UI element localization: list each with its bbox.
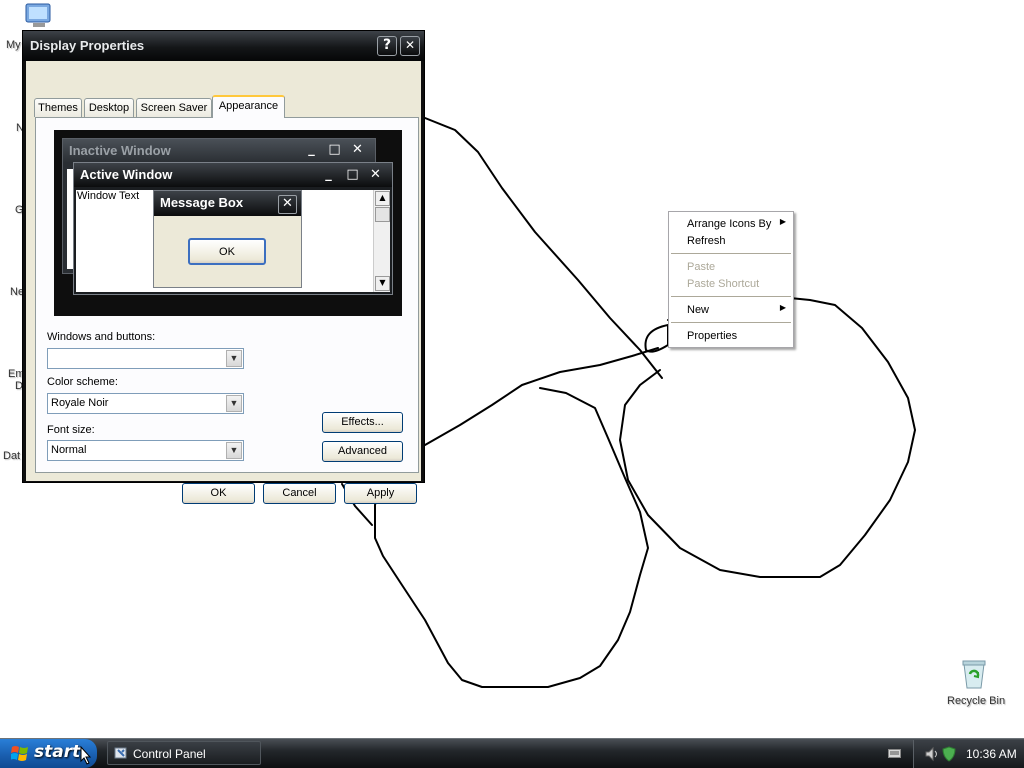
effects-button[interactable]: Effects...	[322, 412, 403, 433]
ok-button[interactable]: OK	[182, 483, 255, 504]
chevron-down-icon[interactable]: ▼	[226, 350, 242, 367]
desktop-context-menu: Arrange Icons By ▶ Refresh Paste Paste S…	[668, 211, 794, 348]
display-properties-window: Display Properties ? ✕ Themes Desktop Sc…	[22, 30, 425, 504]
windows-and-buttons-label: Windows and buttons:	[47, 331, 156, 343]
color-scheme-label: Color scheme:	[47, 376, 118, 388]
menu-item-new[interactable]: New ▶	[670, 301, 792, 318]
help-button[interactable]: ?	[377, 36, 397, 56]
scroll-up-icon: ▲	[375, 191, 390, 206]
menu-separator	[671, 296, 791, 297]
tab-appearance[interactable]: Appearance	[212, 95, 285, 118]
windows-and-buttons-dropdown[interactable]: ▼	[47, 348, 244, 369]
preview-message-box-title: Message Box	[160, 195, 244, 210]
control-panel-icon	[114, 747, 127, 759]
close-icon: ✕	[352, 142, 363, 157]
keyboard-icon[interactable]	[888, 749, 901, 758]
advanced-button[interactable]: Advanced	[322, 441, 403, 462]
my-computer-icon[interactable]	[24, 3, 54, 30]
tab-themes[interactable]: Themes	[34, 98, 82, 117]
preview-inactive-title: Inactive Window	[69, 143, 171, 158]
font-size-label: Font size:	[47, 424, 95, 436]
desktop-icon-label[interactable]: My	[6, 39, 21, 51]
color-scheme-value: Royale Noir	[51, 397, 109, 409]
scroll-down-icon: ▼	[375, 276, 390, 291]
close-icon: ✕	[370, 167, 381, 182]
menu-item-arrange-icons-by[interactable]: Arrange Icons By ▶	[670, 215, 792, 232]
recycle-bin-icon[interactable]	[958, 658, 990, 690]
security-shield-icon[interactable]	[942, 746, 956, 762]
menu-separator	[671, 253, 791, 254]
mouse-cursor-icon	[80, 746, 92, 765]
submenu-arrow-icon: ▶	[779, 217, 786, 226]
cancel-button[interactable]: Cancel	[263, 483, 336, 504]
menu-item-label: Refresh	[687, 235, 726, 247]
maximize-icon: □	[346, 167, 359, 182]
appearance-preview: Inactive Window _ □ ✕ Active Window _ □ …	[54, 130, 402, 316]
close-icon: ✕	[278, 195, 297, 214]
scroll-thumb	[375, 207, 390, 222]
recycle-bin-label[interactable]: Recycle Bin	[947, 695, 1005, 707]
clock[interactable]: 10:36 AM	[966, 747, 1017, 761]
menu-item-properties[interactable]: Properties	[670, 327, 792, 344]
menu-separator	[671, 322, 791, 323]
font-size-dropdown[interactable]: Normal ▼	[47, 440, 244, 461]
maximize-icon: □	[328, 142, 341, 157]
title-bar[interactable]: Display Properties ? ✕	[23, 31, 424, 61]
tab-screen-saver[interactable]: Screen Saver	[136, 98, 212, 117]
chevron-down-icon[interactable]: ▼	[226, 395, 242, 412]
preview-message-box: Message Box ✕ OK	[153, 190, 302, 288]
chevron-down-icon[interactable]: ▼	[226, 442, 242, 459]
taskbar: start Control Panel 10:36 AM	[0, 738, 1024, 768]
windows-logo-icon	[11, 746, 28, 761]
close-button[interactable]: ✕	[400, 36, 420, 56]
taskbar-item-label: Control Panel	[133, 747, 206, 761]
menu-item-paste: Paste	[670, 258, 792, 275]
menu-item-label: Properties	[687, 330, 738, 342]
system-tray: 10:36 AM	[913, 740, 1024, 768]
menu-item-label: Arrange Icons By	[687, 218, 772, 230]
menu-item-label: Paste Shortcut	[687, 278, 760, 290]
tab-desktop[interactable]: Desktop	[84, 98, 134, 117]
apply-button[interactable]: Apply	[344, 483, 417, 504]
preview-window-text: Window Text	[77, 190, 140, 202]
menu-item-label: New	[687, 304, 710, 316]
volume-icon[interactable]	[924, 746, 940, 762]
menu-item-paste-shortcut: Paste Shortcut	[670, 275, 792, 292]
desktop-icon-label[interactable]: Dat	[3, 450, 20, 462]
submenu-arrow-icon: ▶	[779, 303, 786, 312]
taskbar-item-control-panel[interactable]: Control Panel	[107, 741, 261, 765]
font-size-value: Normal	[51, 444, 87, 456]
menu-item-refresh[interactable]: Refresh	[670, 232, 792, 249]
menu-item-label: Paste	[687, 261, 716, 273]
dialog-client-area: Themes Desktop Screen Saver Appearance I…	[26, 61, 421, 504]
minimize-icon: _	[308, 142, 315, 157]
start-label: start	[34, 742, 81, 762]
preview-scrollbar: ▲ ▼	[373, 190, 390, 292]
color-scheme-dropdown[interactable]: Royale Noir ▼	[47, 393, 244, 414]
window-title: Display Properties	[30, 38, 145, 53]
minimize-icon: _	[325, 167, 332, 182]
preview-active-title: Active Window	[80, 167, 173, 182]
preview-ok-button: OK	[188, 238, 266, 265]
